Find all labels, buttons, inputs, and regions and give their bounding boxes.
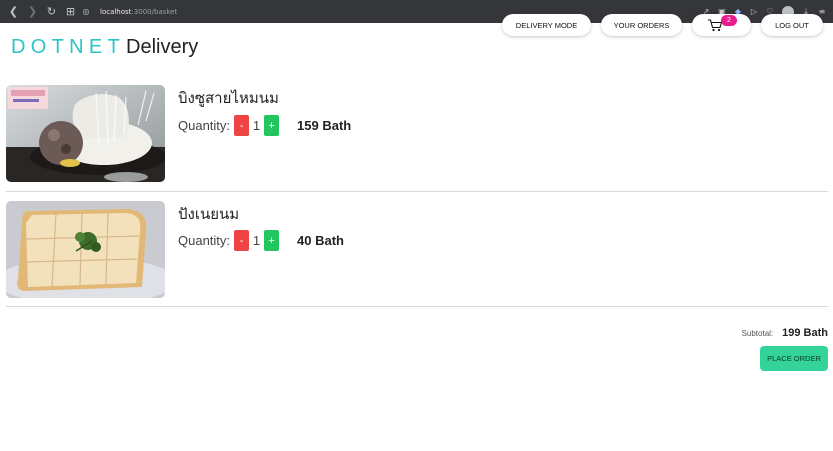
globe-icon: ◎ — [82, 7, 90, 16]
quantity-value: 1 — [252, 233, 261, 248]
decrease-quantity-button[interactable]: - — [234, 115, 250, 136]
increase-quantity-button[interactable]: + — [264, 115, 280, 136]
item-name: ปังเนยนม — [178, 206, 240, 223]
logout-button[interactable]: LOG OUT — [761, 14, 823, 36]
item-image-toast — [6, 201, 165, 298]
item-image-bingsu — [6, 85, 165, 182]
back-icon[interactable]: ❮ — [4, 2, 23, 21]
quantity-label: Quantity: — [178, 118, 231, 133]
cart-count-badge: 2 — [721, 15, 737, 26]
brand-main: DOTNET — [11, 36, 126, 58]
item-divider — [6, 306, 828, 307]
brand-sub: Delivery — [126, 36, 199, 58]
brand-logo[interactable]: DOTNETDelivery — [11, 36, 198, 58]
subtotal-value: 199 Bath — [782, 327, 828, 339]
tab-grid-icon[interactable]: ⊞ — [61, 2, 80, 21]
item-name: บิงซูสายไหมนม — [178, 90, 279, 107]
quantity-value: 1 — [252, 118, 261, 133]
place-order-button[interactable]: PLACE ORDER — [760, 346, 828, 371]
decrease-quantity-button[interactable]: - — [234, 230, 250, 251]
browser-nav: ❮ ❯ ↻ ⊞ — [4, 2, 80, 21]
send-icon[interactable]: ▷ — [747, 5, 761, 19]
basket-item: ปังเนยนม Quantity: - 1 + 40 Bath — [6, 201, 828, 301]
item-price: 159 Bath — [297, 118, 352, 133]
item-divider — [6, 191, 828, 192]
reload-icon[interactable]: ↻ — [42, 2, 61, 21]
increase-quantity-button[interactable]: + — [264, 230, 280, 251]
your-orders-button[interactable]: YOUR ORDERS — [601, 14, 682, 36]
item-price: 40 Bath — [297, 233, 344, 248]
delivery-mode-button[interactable]: DELIVERY MODE — [502, 14, 591, 36]
forward-icon[interactable]: ❯ — [23, 2, 42, 21]
basket-item: บิงซูสายไหมนม Quantity: - 1 + 159 Bath — [6, 85, 828, 185]
quantity-control: Quantity: - 1 + 40 Bath — [178, 230, 344, 251]
subtotal-label: Subtotal: — [741, 329, 774, 338]
quantity-control: Quantity: - 1 + 159 Bath — [178, 115, 351, 136]
url-host: localhost — [100, 7, 132, 16]
quantity-label: Quantity: — [178, 233, 231, 248]
url-path: :3000/basket — [131, 7, 178, 16]
subtotal: Subtotal: 199 Bath — [742, 327, 828, 339]
